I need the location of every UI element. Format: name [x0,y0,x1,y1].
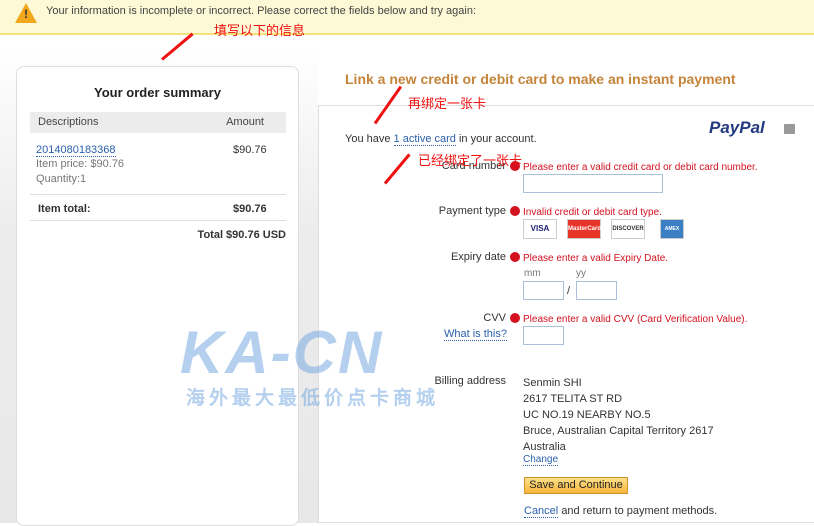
card-number-error: Please enter a valid credit card or debi… [510,161,758,173]
item-total: $90.76 [233,203,267,215]
warning-icon: ! [15,3,37,23]
watermark-slogan: 海外最大最低价点卡商城 [186,388,440,409]
watermark-logo: KA-CN [180,319,384,386]
alert-message: Your information is incomplete or incorr… [46,5,477,17]
error-icon [510,313,520,323]
divider [30,194,286,195]
error-icon [510,252,520,262]
visa-icon: VISA [523,219,557,239]
order-summary-title: Your order summary [94,85,221,100]
cvv-input[interactable] [523,326,564,345]
you-have-text: You have [345,133,391,145]
item-total-label: Item total: [38,203,91,215]
form-title: Link a new credit or debit card to make … [345,71,736,87]
annotation-already-bound: 已经绑定了一张卡 [418,153,523,168]
cvv-error: Please enter a valid CVV (Card Verificat… [510,313,747,325]
payment-type-label: Payment type [438,205,506,217]
table-header: Descriptions Amount [30,112,286,133]
in-account-text: in your account. [458,133,537,145]
col-descriptions: Descriptions [38,116,99,128]
discover-icon: DISCOVER [611,219,645,239]
what-is-this-link[interactable]: What is this? [444,328,507,341]
amex-icon: AMEX [660,219,684,239]
order-total: Total $90.76 USD [197,229,286,241]
item-amount: $90.76 [233,144,267,156]
yy-label: yy [576,268,586,279]
billing-address: Senmin SHI 2617 TELITA ST RD UC NO.19 NE… [523,377,714,453]
expiry-month-input[interactable] [523,281,564,300]
expiry-label: Expiry date [450,251,506,263]
annotation-bind-another: 再绑定一张卡 [408,96,487,111]
change-address-link[interactable]: Change [523,454,559,466]
slash: / [567,285,571,297]
cancel-rest-text: and return to payment methods. [561,505,718,517]
payment-type-error: Invalid credit or debit card type. [510,206,662,218]
annotation-fill-info: 填写以下的信息 [214,23,306,38]
error-alert: ! Your information is incomplete or inco… [0,0,814,35]
expiry-error: Please enter a valid Expiry Date. [510,252,668,264]
item-quantity: Quantity:1 [36,173,87,185]
lock-icon [784,124,795,134]
cancel-link[interactable]: Cancel [524,505,559,518]
cvv-label: CVV [483,312,506,324]
active-card-link[interactable]: 1 active card [393,133,456,146]
expiry-year-input[interactable] [576,281,617,300]
error-icon [510,206,520,216]
item-price: Item price: $90.76 [36,158,125,170]
mm-label: mm [524,268,541,279]
item-id-link[interactable]: 2014080183368 [36,144,116,157]
save-continue-button[interactable]: Save and Continue [524,477,628,494]
mastercard-icon: MasterCard [567,219,601,239]
order-summary: Your order summary Descriptions Amount 2… [16,66,299,526]
divider [30,220,286,221]
card-number-input[interactable] [523,174,663,193]
col-amount: Amount [226,116,264,128]
paypal-logo: PayPal [709,118,765,137]
